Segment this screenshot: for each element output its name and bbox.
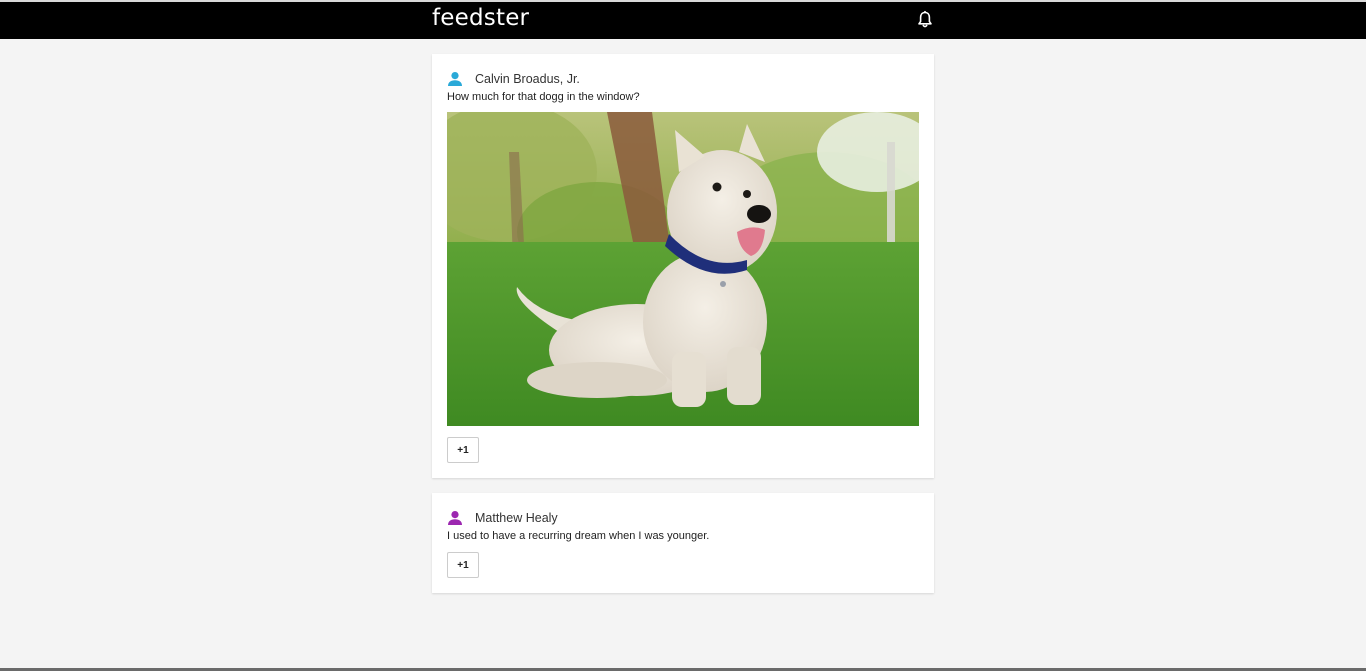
author-name[interactable]: Calvin Broadus, Jr.: [475, 72, 580, 86]
post-text: I used to have a recurring dream when I …: [447, 530, 710, 542]
plus-one-button[interactable]: +1: [447, 552, 479, 578]
person-icon: [448, 72, 462, 86]
dog-photo: [447, 112, 919, 426]
post-card: Calvin Broadus, Jr. How much for that do…: [432, 54, 934, 478]
bell-icon[interactable]: [916, 10, 934, 30]
post-author: Matthew Healy: [447, 508, 558, 528]
app-title[interactable]: feedster: [432, 5, 529, 31]
post-author: Calvin Broadus, Jr.: [447, 69, 580, 89]
plus-one-button[interactable]: +1: [447, 437, 479, 463]
post-card: Matthew Healy I used to have a recurring…: [432, 493, 934, 593]
person-icon: [448, 511, 462, 525]
post-text: How much for that dogg in the window?: [447, 91, 640, 103]
author-name[interactable]: Matthew Healy: [475, 511, 558, 525]
top-bar: feedster: [0, 0, 1366, 39]
